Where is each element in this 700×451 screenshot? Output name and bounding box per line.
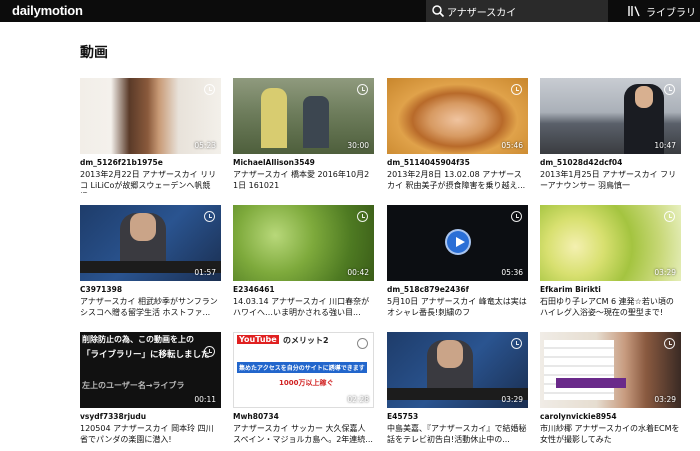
video-thumbnail[interactable]: 00:42 [233,205,374,281]
dailymotion-logo[interactable]: dailymotion [12,3,83,18]
library-icon [628,6,640,17]
video-duration: 05:46 [501,141,523,150]
video-title[interactable]: 5月10日 アナザースカイ 峰竜太は実はオシャレ番長!刺繍のフ [387,296,528,320]
video-duration: 05:23 [194,141,216,150]
video-title[interactable]: 中島美嘉、『アナザースカイ』で結婚秘話をテレビ初告白!活動休止中の... [387,423,528,447]
play-icon[interactable] [445,229,471,255]
video-owner[interactable]: Efkarim Birikti [540,285,681,294]
thumbnail-caption: YouTube [237,335,279,344]
library-button[interactable]: ライブラリ [627,0,696,22]
watch-later-icon[interactable] [664,338,675,349]
video-card[interactable]: 30:00 MichaelAllison3549 アナザースカイ 橋本愛 201… [233,78,374,196]
video-owner[interactable]: E2346461 [233,285,374,294]
search-icon [432,5,445,18]
video-owner[interactable]: dm_5126f21b1975e [80,158,221,167]
video-duration: 01:57 [194,268,216,277]
video-owner[interactable]: vsydf7338rjudu [80,412,221,421]
video-title[interactable]: 120504 アナザースカイ 岡本玲 四川省でパンダの楽園に潜入! [80,423,221,447]
video-duration: 02:28 [347,395,369,404]
watch-later-icon[interactable] [511,338,522,349]
video-card[interactable]: 05:23 dm_5126f21b1975e 2013年2月22日 アナザースカ… [80,78,221,196]
video-card[interactable]: 10:47 dm_51028d42dcf04 2013年1月25日 アナザースカ… [540,78,681,196]
video-thumbnail[interactable]: 05:36 [387,205,528,281]
video-card[interactable]: 削除防止の為、この動画を上の 「ライブラリー」に移転しました 左上のユーザー名→… [80,332,221,450]
watch-later-icon[interactable] [204,346,215,357]
video-title[interactable]: 14.03.14 アナザースカイ 川口春奈がハワイへ…いま明かされる強い目... [233,296,374,320]
video-card[interactable]: 05:36 dm_518c879e2436f 5月10日 アナザースカイ 峰竜太… [387,205,528,323]
search-input[interactable]: アナザースカイ [447,4,516,19]
video-duration: 00:11 [194,395,216,404]
thumbnail-caption: 削除防止の為、この動画を上の [82,335,194,344]
video-duration: 10:47 [654,141,676,150]
video-thumbnail[interactable]: YouTube のメリット2 集めたアクセスを自分のサイトに誘導できます 100… [233,332,374,408]
video-owner[interactable]: dm_5114045904f35 [387,158,528,167]
video-thumbnail[interactable]: 03:29 [540,332,681,408]
thumbnail-caption: 左上のユーザー名→ライブラ [82,381,185,390]
thumbnail-caption: 「ライブラリー」に移転しました [82,350,210,360]
watch-later-icon[interactable] [511,84,522,95]
video-duration: 03:29 [654,395,676,404]
video-title[interactable]: アナザースカイ サッカー 大久保嘉人 スペイン・マジョルカ島へ。2年連続... [233,423,374,447]
video-thumbnail[interactable]: 削除防止の為、この動画を上の 「ライブラリー」に移転しました 左上のユーザー名→… [80,332,221,408]
video-owner[interactable]: Mwh80734 [233,412,374,421]
video-owner[interactable]: dm_51028d42dcf04 [540,158,681,167]
video-owner[interactable]: MichaelAllison3549 [233,158,374,167]
section-title: 動画 [80,45,108,61]
video-duration: 03:29 [501,395,523,404]
video-card[interactable]: YouTube のメリット2 集めたアクセスを自分のサイトに誘導できます 100… [233,332,374,450]
video-duration: 05:36 [501,268,523,277]
video-duration: 30:00 [347,141,369,150]
video-card[interactable]: 00:42 E2346461 14.03.14 アナザースカイ 川口春奈がハワイ… [233,205,374,323]
video-card[interactable]: 03:29 carolynvickie8954 市川紗椰 アナザースカイの水着E… [540,332,681,450]
video-thumbnail[interactable]: 10:47 [540,78,681,154]
video-thumbnail[interactable]: 03:29 [540,205,681,281]
video-title[interactable]: 2013年2月8日 13.02.08 アナザースカイ 釈由美子が摂食障害を乗り越… [387,169,528,193]
watch-later-icon[interactable] [357,338,368,349]
search-box[interactable]: アナザースカイ [426,0,608,22]
watch-later-icon[interactable] [664,211,675,222]
library-label: ライブラリ [646,7,696,19]
video-title[interactable]: 2013年1月25日 アナザースカイ フリーアナウンサー 羽鳥慎一 [540,169,681,193]
video-thumbnail[interactable]: 03:29 [387,332,528,408]
thumbnail-caption: 1000万以上稼ぐ [279,379,334,387]
video-card[interactable]: 05:46 dm_5114045904f35 2013年2月8日 13.02.0… [387,78,528,196]
video-owner[interactable]: E45753 [387,412,528,421]
watch-later-icon[interactable] [664,84,675,95]
video-title[interactable]: 市川紗椰 アナザースカイの水着ECMを女性が撮影してみた [540,423,681,447]
video-owner[interactable]: C3971398 [80,285,221,294]
thumbnail-caption: 集めたアクセスを自分のサイトに誘導できます [237,362,367,373]
video-thumbnail[interactable]: 30:00 [233,78,374,154]
video-card[interactable]: 01:57 C3971398 アナザースカイ 相武紗季がサンフランシスコへ贈る留… [80,205,221,323]
video-duration: 00:42 [347,268,369,277]
video-thumbnail[interactable]: 01:57 [80,205,221,281]
video-card[interactable]: 03:29 Efkarim Birikti 石田ゆり子レアCM 6 連発☆若い頃… [540,205,681,323]
watch-later-icon[interactable] [357,84,368,95]
video-title[interactable]: 2013年2月22日 アナザースカイ リリコ LiLiCoが故郷スウェーデンへ帆… [80,169,221,193]
video-title[interactable]: アナザースカイ 橋本愛 2016年10月21日 161021 [233,169,374,193]
video-owner[interactable]: carolynvickie8954 [540,412,681,421]
video-card[interactable]: 03:29 E45753 中島美嘉、『アナザースカイ』で結婚秘話をテレビ初告白!… [387,332,528,450]
watch-later-icon[interactable] [511,211,522,222]
thumbnail-caption: のメリット2 [283,336,329,345]
watch-later-icon[interactable] [357,211,368,222]
video-thumbnail[interactable]: 05:46 [387,78,528,154]
video-owner[interactable]: dm_518c879e2436f [387,285,528,294]
video-duration: 03:29 [654,268,676,277]
top-bar: dailymotion アナザースカイ ライブラリ [0,0,700,22]
video-thumbnail[interactable]: 05:23 [80,78,221,154]
watch-later-icon[interactable] [204,211,215,222]
video-title[interactable]: アナザースカイ 相武紗季がサンフランシスコへ贈る留学生活 ホストファ... [80,296,221,320]
watch-later-icon[interactable] [204,84,215,95]
video-title[interactable]: 石田ゆり子レアCM 6 連発☆若い頃のハイレグ入浴姿〜現在の聖型まで! [540,296,681,320]
